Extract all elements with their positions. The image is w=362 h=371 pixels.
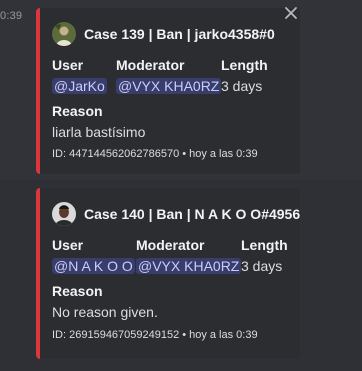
- field-reason-label: Reason: [52, 103, 103, 119]
- field-user-label: User: [52, 57, 84, 73]
- field-user: User @N A K O O: [52, 236, 135, 276]
- embed-title[interactable]: Case 140 | Ban | N A K O O#4956: [84, 206, 300, 222]
- close-button[interactable]: [283, 5, 299, 21]
- field-length: Length 3 days: [221, 56, 268, 96]
- embed-footer: ID: 447144562062786570 • hoy a las 0:39: [52, 148, 258, 160]
- embed-footer: ID: 269159467059249152 • hoy a las 0:39: [52, 329, 258, 341]
- message: Case 140 | Ban | N A K O O#4956 User @N …: [0, 180, 362, 371]
- case-embed: Case 139 | Ban | jarko4358#0 User @JarKo…: [36, 8, 300, 174]
- field-moderator-label: Moderator: [136, 237, 205, 253]
- field-length: Length 3 days: [241, 236, 288, 276]
- footer-time: hoy a las 0:39: [189, 148, 258, 160]
- footer-time: hoy a las 0:39: [189, 329, 258, 341]
- field-reason-value: liarla bastísimo: [52, 124, 146, 140]
- close-icon: [285, 7, 297, 19]
- user-mention[interactable]: @N A K O O: [52, 258, 135, 274]
- footer-id: ID: 269159467059249152: [52, 329, 180, 341]
- field-length-label: Length: [221, 57, 268, 73]
- footer-id: ID: 447144562062786570: [52, 148, 180, 160]
- field-reason-label: Reason: [52, 283, 103, 299]
- footer-separator: •: [182, 148, 187, 160]
- message: 0:39 Case 139 | Ban | jarko4358#0 User @…: [0, 0, 362, 180]
- author-avatar[interactable]: [52, 22, 76, 46]
- field-reason-value: No reason given.: [52, 304, 158, 320]
- footer-separator: •: [182, 329, 187, 341]
- embed-author: Case 139 | Ban | jarko4358#0: [52, 22, 275, 46]
- author-avatar[interactable]: [52, 202, 76, 226]
- embed-title[interactable]: Case 139 | Ban | jarko4358#0: [84, 26, 275, 42]
- user-avatar-icon: [52, 22, 76, 46]
- field-length-value: 3 days: [241, 258, 283, 274]
- field-length-label: Length: [241, 237, 288, 253]
- message-timestamp: 0:39: [0, 10, 23, 22]
- field-length-value: 3 days: [221, 78, 263, 94]
- field-user: User @JarKo: [52, 56, 107, 96]
- user-avatar-icon: [52, 202, 76, 226]
- field-moderator-label: Moderator: [116, 57, 185, 73]
- moderator-mention[interactable]: @VYX KHA0RZ: [136, 258, 242, 274]
- embed-author: Case 140 | Ban | N A K O O#4956: [52, 202, 300, 226]
- field-reason: Reason liarla bastísimo: [52, 102, 145, 142]
- chat-area: 0:39 Case 139 | Ban | jarko4358#0 User @…: [0, 0, 362, 371]
- case-embed: Case 140 | Ban | N A K O O#4956 User @N …: [36, 188, 300, 359]
- field-moderator: Moderator @VYX KHA0RZ: [116, 56, 222, 96]
- field-moderator: Moderator @VYX KHA0RZ: [136, 236, 242, 276]
- field-user-label: User: [52, 237, 84, 253]
- moderator-mention[interactable]: @VYX KHA0RZ: [116, 78, 222, 94]
- user-mention[interactable]: @JarKo: [52, 78, 107, 94]
- field-reason: Reason No reason given.: [52, 282, 158, 322]
